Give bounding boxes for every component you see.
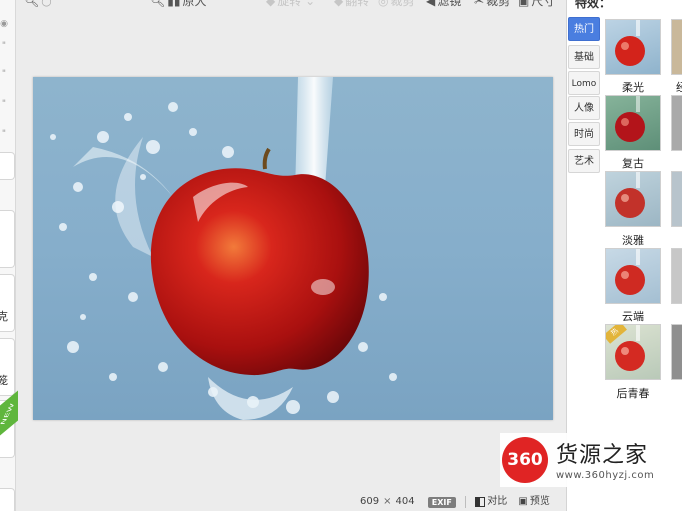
ruler-icon: ▮▮ [167,0,181,8]
actual-size-button[interactable]: 🔍︎ ▮▮ 原大 [150,0,206,9]
preview-button[interactable]: 预览 [530,494,550,510]
crop-icon: ◎ [378,0,389,8]
effect-thumb-peek[interactable] [671,19,682,75]
tab-fashion[interactable]: 时尚 [568,122,600,146]
compare-button[interactable]: 对比 [487,494,507,510]
effect-label: 复古 [622,157,644,170]
effect-thumb-peek[interactable] [671,248,682,304]
effect-label: 后青春 [616,387,650,400]
resize-button[interactable]: ▣ 尺寸 [518,0,555,9]
watermark-title: 货源之家 [556,443,649,468]
effect-thumb-elegant[interactable] [605,171,661,227]
bullet-icon: " [1,129,7,139]
scissors-icon: ✂ [474,0,485,8]
times-sign: × [383,496,392,507]
tab-hot[interactable]: 热门 [568,17,600,41]
effect-thumb-peek[interactable] [671,95,682,151]
apple-thumbnail-icon [615,96,645,142]
circle-icon: ○ [41,0,52,8]
radio-icon[interactable]: ◉ [0,20,8,29]
left-card-edge[interactable] [0,488,15,511]
left-input-edge[interactable] [0,152,15,180]
site-watermark: 360 货源之家 www.360hyzj.com [500,433,678,487]
apple-thumbnail-icon [615,249,645,295]
magnifier-icon: 🔍︎ [24,0,40,8]
left-card-label: 笼 [0,374,8,387]
apple-thumbnail-icon [615,172,645,218]
image-canvas[interactable] [16,10,566,490]
effect-label: 云端 [622,310,644,323]
bullet-icon: " [1,69,7,79]
resize-icon: ▣ [518,0,530,8]
flip-icon: ◆ [334,0,344,8]
rotate-icon: ◆ [266,0,276,8]
bullet-icon: " [1,99,7,109]
exif-button[interactable]: EXIF [427,496,456,508]
effect-label: 淡雅 [622,234,644,247]
effect-label-peek: 经 [676,81,682,94]
effect-thumb-peek[interactable] [671,324,682,380]
effect-thumb-peek[interactable] [671,171,682,227]
crop-button[interactable]: ◎ 裁剪 [378,0,415,9]
watermark-logo: 360 [502,437,548,483]
apple-thumbnail-icon [615,20,645,66]
cut-button[interactable]: ✂ 裁剪 [474,0,510,9]
left-card-edge[interactable] [0,210,15,268]
tab-portrait[interactable]: 人像 [568,96,600,120]
effect-thumb-cloud[interactable] [605,248,661,304]
rotate-button[interactable]: ◆ 旋转 ⌄ [266,0,315,9]
magnifier-icon: 🔍︎ [150,0,166,8]
compare-icon [475,497,486,507]
top-toolbar: 🔍︎ ○ 🔍︎ ▮▮ 原大 ◆ 旋转 ⌄ ◆ 翻转 ◎ 裁剪 ◀ 滤镜 ✂ 裁剪 ▣ 尺寸 [16,0,566,10]
effect-thumb-retro[interactable] [605,95,661,151]
filter-icon: ◀ [426,0,436,8]
chevron-down-icon: ⌄ [301,0,316,8]
effects-panel-title: 特效： [575,0,612,10]
watermark-url: www.360hyzj.com [556,470,655,481]
apple-splash-image [50,77,397,420]
effect-thumb-soft-light[interactable] [605,19,661,75]
tab-basic[interactable]: 基础 [568,45,600,69]
image-height: 404 [395,496,415,507]
tab-lomo[interactable]: Lomo [568,71,600,95]
effect-thumb-youth[interactable]: 热 [605,324,661,380]
zoom-out-button[interactable]: 🔍︎ ○ [24,0,54,9]
preview-icon: ▣ [518,496,528,507]
tab-art[interactable]: 艺术 [568,149,600,173]
flip-button[interactable]: ◆ 翻转 [334,0,369,9]
status-bar: 609 × 404 EXIF 对比 ▣ 预览 [360,494,550,510]
left-panel: ◉ " " " " 克 笼 NEW [0,0,18,511]
bullet-icon: " [1,41,7,51]
left-card-label: 克 [0,310,8,323]
filter-button[interactable]: ◀ 滤镜 [426,0,461,9]
photo-apple-splash[interactable] [33,77,553,420]
image-width: 609 [360,496,380,507]
effect-label: 柔光 [622,81,644,94]
divider [465,496,467,508]
